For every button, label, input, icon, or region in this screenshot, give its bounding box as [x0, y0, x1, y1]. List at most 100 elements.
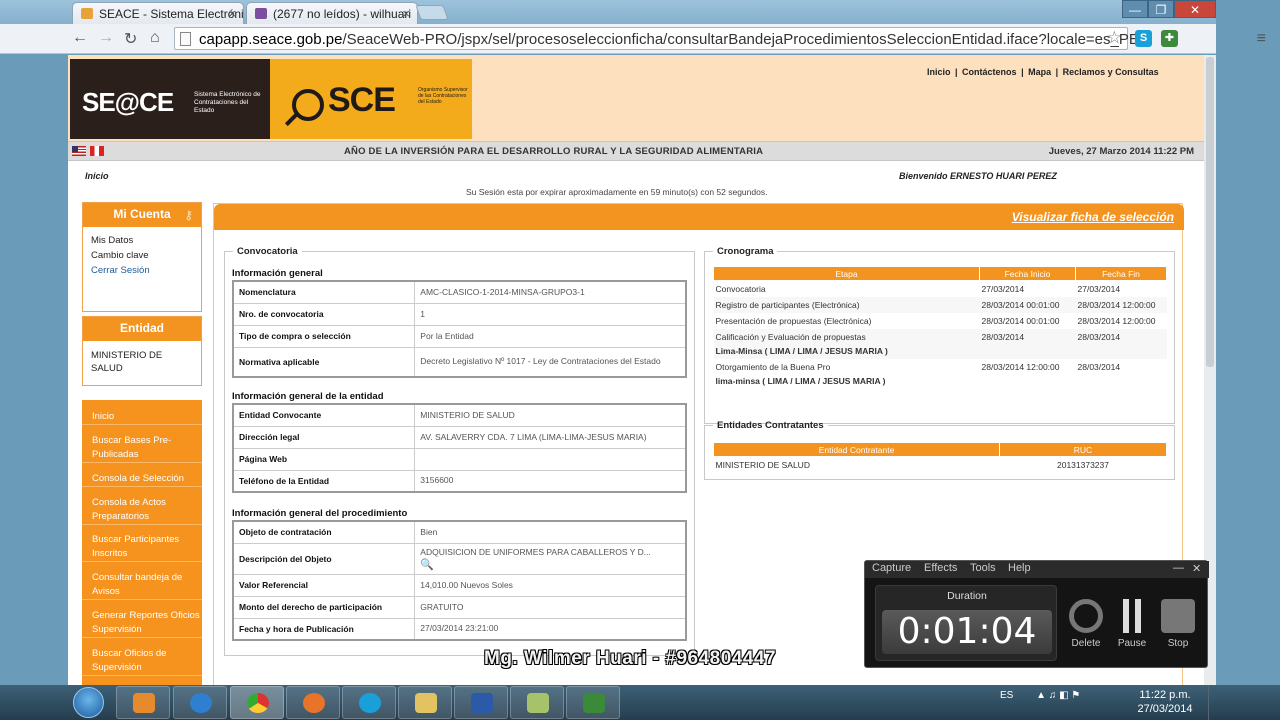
skype-extension-icon[interactable]: S — [1135, 30, 1152, 47]
start-button[interactable] — [69, 685, 109, 720]
table-row: Normativa aplicable Decreto Legislativo N… — [232, 346, 687, 378]
taskbar-clock[interactable]: 11:22 p.m. 27/03/2014 — [1130, 688, 1200, 716]
windows-logo-icon — [73, 687, 104, 718]
notes-taskbar-icon[interactable] — [510, 686, 564, 719]
link-inicio[interactable]: Inicio — [927, 67, 951, 77]
menu-item-consola-seleccion[interactable]: Consola de Selección — [82, 472, 202, 487]
top-links: Inicio | Contáctenos | Mapa | Reclamos y… — [927, 67, 1159, 77]
mis-datos-link[interactable]: Mis Datos — [91, 235, 193, 246]
menu-item-consola-actos[interactable]: Consola de Actos Preparatorios — [82, 496, 202, 525]
entidad-table: Entidad Convocante MINISTERIO DE SALUD Di… — [232, 403, 687, 493]
link-reclamos[interactable]: Reclamos y Consultas — [1063, 67, 1159, 77]
clock-time: 11:22 p.m. — [1139, 689, 1191, 701]
maximize-button[interactable]: ❐ — [1148, 0, 1174, 18]
extension-icon[interactable]: ✚ — [1161, 30, 1178, 47]
key-icon: ⚷ — [184, 208, 193, 222]
welcome-text: Bienvenido ERNESTO HUARI PEREZ — [899, 171, 1057, 181]
word-taskbar-icon[interactable] — [454, 686, 508, 719]
reload-button[interactable]: ↻ — [124, 29, 137, 49]
link-mapa[interactable]: Mapa — [1028, 67, 1051, 77]
convocatoria-legend: Convocatoria — [237, 246, 298, 257]
menu-item-generar-reportes[interactable]: Generar Reportes Oficios Supervisión — [82, 609, 202, 638]
forward-button[interactable]: → — [98, 29, 114, 47]
delete-label: Delete — [1071, 638, 1101, 649]
minimize-button[interactable]: — — [1122, 0, 1148, 18]
table-header: Entidad Contratante RUC — [713, 442, 1167, 457]
show-desktop-button[interactable] — [1208, 685, 1216, 720]
recorder-window: Capture Effects Tools Help — ✕ Duration … — [864, 560, 1209, 668]
menu-capture[interactable]: Capture — [872, 562, 911, 574]
duration-time: 0:01:04 — [882, 610, 1052, 654]
year-title: AÑO DE LA INVERSIÓN PARA EL DESARROLLO R… — [344, 146, 764, 157]
firefox-taskbar-icon[interactable] — [286, 686, 340, 719]
explorer-taskbar-icon[interactable] — [398, 686, 452, 719]
menu-item-buscar-participantes[interactable]: Buscar Participantes Inscritos — [82, 533, 202, 562]
english-flag-icon[interactable] — [72, 146, 86, 156]
new-tab-button[interactable] — [415, 5, 449, 20]
menu-item-buscar-oficios[interactable]: Buscar Oficios de Supervisión — [82, 647, 202, 676]
pause-icon[interactable] — [1115, 599, 1149, 633]
browser-toolbar: ← → ↻ ⌂ capapp.seace.gob.pe/SeaceWeb-PRO… — [0, 24, 1216, 54]
duration-label: Duration — [947, 590, 987, 602]
address-bar[interactable]: capapp.seace.gob.pe/SeaceWeb-PRO/jspx/se… — [174, 27, 1139, 50]
table-row: Descripción del Objeto ADQUISICION DE UNI… — [232, 542, 687, 575]
media-player-taskbar-icon[interactable] — [116, 686, 170, 719]
clock-date: 27/03/2014 — [1137, 703, 1193, 715]
duration-panel: Duration 0:01:04 — [875, 585, 1057, 661]
table-row: Calificación y Evaluación de propuestas L… — [713, 329, 1167, 359]
close-icon[interactable]: ✕ — [1192, 562, 1201, 575]
bookmark-star-icon[interactable]: ☆ — [1107, 28, 1122, 48]
table-row: Dirección legal AV. SALAVERRY CDA. 7 LIMA… — [232, 425, 687, 449]
cambio-clave-link[interactable]: Cambio clave — [91, 250, 193, 261]
session-notice: Su Sesión esta por expirar aproximadamen… — [466, 187, 768, 197]
chrome-taskbar-icon[interactable] — [230, 686, 284, 719]
entity-title: Entidad — [83, 317, 201, 341]
seace-logo[interactable]: SE@CE Sistema Electrónico de Contratacio… — [70, 59, 270, 139]
contratantes-table: Entidad Contratante RUC MINISTERIO DE SA… — [713, 442, 1167, 473]
procedimiento-title: Información general del procedimiento — [232, 508, 408, 519]
table-row: Monto del derecho de participación GRATUI… — [232, 595, 687, 619]
year-band: AÑO DE LA INVERSIÓN PARA EL DESARROLLO R… — [68, 141, 1204, 161]
menu-item-inicio[interactable]: Inicio — [82, 410, 202, 425]
camtasia-taskbar-icon[interactable] — [566, 686, 620, 719]
table-row: Fecha y hora de Publicación 27/03/2014 23… — [232, 617, 687, 641]
cronograma-legend: Cronograma — [717, 246, 774, 257]
menu-icon[interactable]: ≡ — [1257, 30, 1266, 48]
tab-label: (2677 no leídos) - wilhuari — [273, 7, 412, 21]
watermark-text: Mg. Wilmer Huari - #964804447 — [484, 648, 777, 669]
tray-icons[interactable]: ▲ ♫ ◧ ⚑ — [1036, 690, 1080, 701]
osce-logo[interactable]: SCE Organismo Supervisor de las Contrata… — [270, 59, 472, 139]
entidad-title: Información general de la entidad — [232, 391, 384, 402]
menu-help[interactable]: Help — [1008, 562, 1031, 574]
scrollbar-thumb[interactable] — [1206, 57, 1214, 367]
link-contactenos[interactable]: Contáctenos — [962, 67, 1017, 77]
ie-taskbar-icon[interactable] — [173, 686, 227, 719]
zoom-icon[interactable]: 🔍 — [420, 559, 434, 571]
stop-icon[interactable] — [1161, 599, 1195, 633]
back-button[interactable]: ← — [72, 29, 88, 47]
logout-link[interactable]: Cerrar Sesión — [91, 265, 193, 276]
tab-mail[interactable]: (2677 no leídos) - wilhuari × — [246, 2, 418, 24]
skype-taskbar-icon[interactable] — [342, 686, 396, 719]
close-window-button[interactable]: ✕ — [1174, 0, 1216, 18]
language-indicator[interactable]: ES — [1000, 690, 1013, 701]
menu-item-buscar-bases[interactable]: Buscar Bases Pre-Publicadas — [82, 434, 202, 463]
menu-effects[interactable]: Effects — [924, 562, 957, 574]
menu-item-bandeja-avisos[interactable]: Consultar bandeja de Avisos — [82, 571, 202, 600]
peru-flag-icon[interactable] — [90, 146, 104, 156]
visualizar-ficha-link[interactable]: Visualizar ficha de selección — [1012, 210, 1174, 224]
page-icon — [180, 32, 191, 46]
info-general-table: Nomenclatura AMC-CLASICO-1-2014-MINSA-GRU… — [232, 280, 687, 378]
url-text: capapp.seace.gob.pe/SeaceWeb-PRO/jspx/se… — [199, 31, 1139, 48]
close-tab-icon[interactable]: × — [228, 6, 236, 21]
system-tray: ES ▲ ♫ ◧ ⚑ — [1000, 690, 1080, 701]
recorder-menu: Capture Effects Tools Help — ✕ — [865, 561, 1209, 578]
close-tab-icon[interactable]: × — [402, 6, 410, 21]
tab-strip: SEACE - Sistema Electróni × (2677 no leí… — [0, 0, 1216, 24]
minimize-icon[interactable]: — — [1173, 562, 1184, 574]
delete-icon[interactable] — [1069, 599, 1103, 633]
home-button[interactable]: ⌂ — [150, 29, 160, 47]
tab-seace[interactable]: SEACE - Sistema Electróni × — [72, 2, 244, 24]
menu-tools[interactable]: Tools — [970, 562, 996, 574]
table-row: Teléfono de la Entidad 3156600 — [232, 469, 687, 493]
